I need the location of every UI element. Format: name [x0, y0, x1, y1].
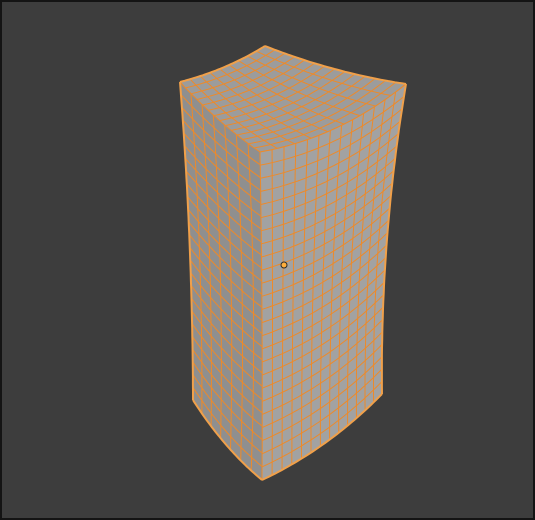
object-origin-point[interactable]: [280, 261, 288, 269]
viewport-scene[interactable]: [2, 2, 533, 518]
3d-viewport[interactable]: [0, 0, 535, 520]
